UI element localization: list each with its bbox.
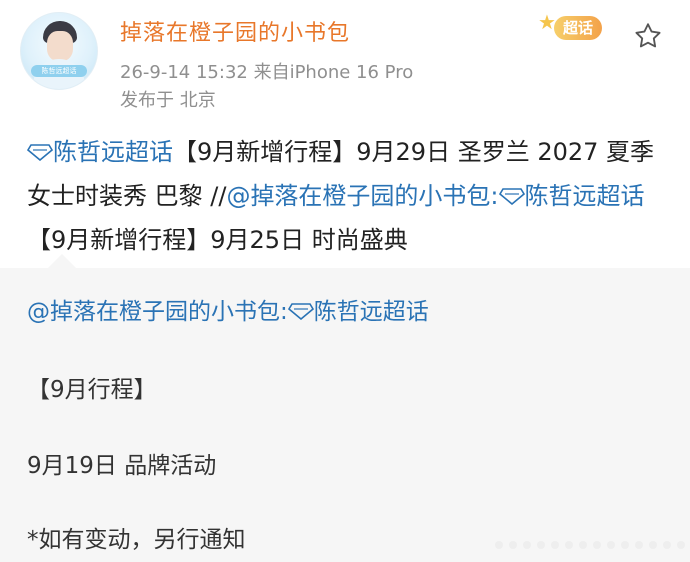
username[interactable]: 掉落在橙子园的小书包 bbox=[120, 15, 350, 47]
post-body: 陈哲远超话【9月新增行程】9月29日 圣罗兰 2027 夏季女士时装秀 巴黎 /… bbox=[27, 130, 672, 262]
topic-link[interactable]: 陈哲远超话 bbox=[27, 138, 173, 166]
repost-line-2: 9月19日 品牌活动 bbox=[27, 453, 217, 479]
dot bbox=[551, 541, 559, 549]
repost-line-1: 【9月行程】 bbox=[27, 377, 157, 403]
avatar[interactable]: 陈哲远超话 bbox=[20, 12, 98, 90]
diamond-icon bbox=[498, 188, 525, 205]
favorite-button[interactable] bbox=[632, 20, 664, 52]
repost-author[interactable]: @掉落在橙子园的小书包: bbox=[27, 299, 288, 325]
post-meta: 26-9-14 15:32 来自iPhone 16 Pro bbox=[120, 62, 414, 83]
dot bbox=[663, 541, 671, 549]
repost-line-3: *如有变动，另行通知 bbox=[27, 527, 246, 553]
topic-link-2[interactable]: 陈哲远超话 bbox=[498, 182, 645, 210]
topic-text: 陈哲远超话 bbox=[53, 138, 173, 166]
avatar-badge: 陈哲远超话 bbox=[31, 65, 87, 77]
supertopic-badge[interactable]: ★ 超话 bbox=[538, 10, 608, 44]
post-header: 陈哲远超话 掉落在橙子园的小书包 26-9-14 15:32 来自iPhone … bbox=[0, 0, 690, 120]
dot bbox=[607, 541, 615, 549]
supertopic-icon: ★ bbox=[538, 10, 556, 34]
dot bbox=[565, 541, 573, 549]
post-location: 发布于 北京 bbox=[120, 90, 216, 111]
dot bbox=[635, 541, 643, 549]
more-indicator bbox=[495, 536, 685, 554]
dot bbox=[593, 541, 601, 549]
dot bbox=[579, 541, 587, 549]
repost-topic[interactable]: 陈哲远超话 bbox=[314, 299, 429, 325]
dot bbox=[495, 541, 503, 549]
repost-arrow bbox=[48, 254, 76, 268]
topic-text-2: 陈哲远超话 bbox=[524, 182, 645, 210]
dot bbox=[649, 541, 657, 549]
dot bbox=[509, 541, 517, 549]
star-icon bbox=[635, 23, 661, 48]
post-text-part2: 【9月新增行程】9月25日 时尚盛典 bbox=[27, 226, 408, 254]
dot bbox=[523, 541, 531, 549]
diamond-icon bbox=[287, 303, 314, 320]
mention-link[interactable]: @掉落在橙子园的小书包: bbox=[226, 182, 498, 210]
dot bbox=[537, 541, 545, 549]
diamond-icon bbox=[27, 144, 53, 161]
dot bbox=[621, 541, 629, 549]
dot bbox=[677, 541, 685, 549]
repost-header: @掉落在橙子园的小书包: 陈哲远超话 bbox=[27, 292, 429, 326]
supertopic-label: 超话 bbox=[554, 16, 602, 40]
avatar-face bbox=[47, 31, 73, 61]
